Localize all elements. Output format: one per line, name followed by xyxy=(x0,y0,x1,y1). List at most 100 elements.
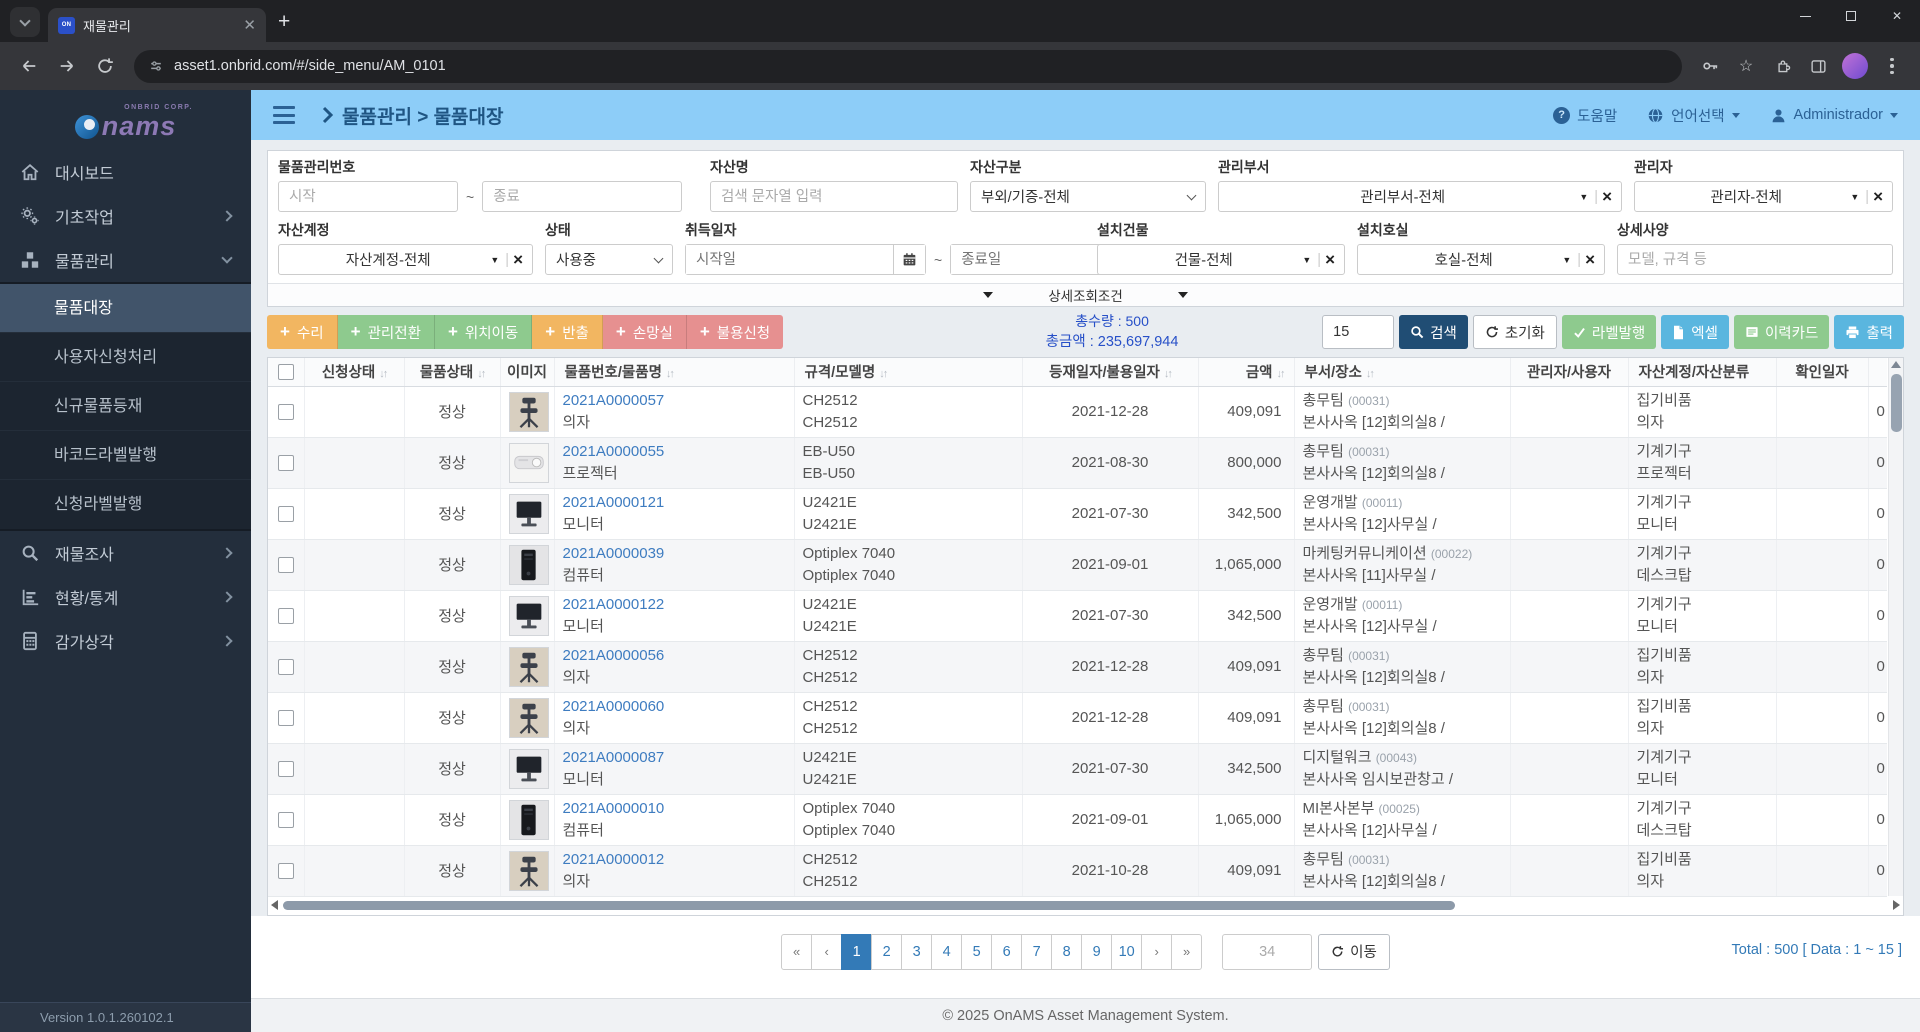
col-item-number-name[interactable]: 물품번호/물품명 ↓↑ xyxy=(553,358,794,387)
item-number-link[interactable]: 2021A0000039 xyxy=(563,543,786,565)
page-button-8[interactable]: 8 xyxy=(1051,933,1083,970)
page-button-2[interactable]: 2 xyxy=(871,933,903,970)
scroll-right-arrow-icon[interactable] xyxy=(1893,900,1900,910)
go-button[interactable]: 이동 xyxy=(1318,933,1390,970)
acq-date-start-input[interactable] xyxy=(686,245,893,274)
clear-icon[interactable]: × xyxy=(1873,188,1883,205)
row-checkbox[interactable] xyxy=(277,557,294,574)
sidebar-item-request-label[interactable]: 신청라벨발행 xyxy=(0,480,251,529)
search-button[interactable]: 검색 xyxy=(1399,315,1468,349)
action-button-위치이동[interactable]: + 위치이동 xyxy=(434,315,533,349)
page-nav-button[interactable]: » xyxy=(1171,933,1203,970)
clear-icon[interactable]: × xyxy=(513,251,523,268)
col-request-status[interactable]: 신청상태 ↓↑ xyxy=(303,358,404,387)
account-select[interactable]: 자산계정-전체 ▼ | × xyxy=(278,244,533,275)
item-thumbnail[interactable] xyxy=(508,595,549,636)
site-settings-icon[interactable] xyxy=(148,58,164,74)
sidebar-item-new-item-register[interactable]: 신규물품등재 xyxy=(0,382,251,431)
table-row[interactable]: 정상 2021A0000055 프로젝터 EB-U50 EB-U50 2021-… xyxy=(268,437,1887,489)
tab-search-button[interactable] xyxy=(10,7,40,37)
item-number-link[interactable]: 2021A0000055 xyxy=(563,441,786,463)
item-thumbnail[interactable] xyxy=(508,544,549,585)
row-checkbox[interactable] xyxy=(277,659,294,676)
excel-button[interactable]: 엑셀 xyxy=(1661,315,1729,349)
row-checkbox[interactable] xyxy=(277,608,294,625)
scroll-up-arrow-icon[interactable] xyxy=(1891,361,1901,368)
row-checkbox[interactable] xyxy=(277,506,294,523)
sidebar-item-status-statistics[interactable]: 현황/통계 xyxy=(0,575,251,619)
item-number-link[interactable]: 2021A0000056 xyxy=(563,645,786,667)
url-bar[interactable]: asset1.onbrid.com/#/side_menu/AM_0101 xyxy=(134,49,1682,83)
sidebar-item-barcode-label[interactable]: 바코드라벨발행 xyxy=(0,431,251,480)
table-row[interactable]: 정상 2021A0000039 컴퓨터 Optiplex 7040 Optipl… xyxy=(268,539,1887,591)
page-nav-button[interactable]: ‹ xyxy=(811,933,843,970)
col-amount[interactable]: 금액 ↓↑ xyxy=(1197,358,1294,387)
reset-button[interactable]: 초기화 xyxy=(1472,315,1557,349)
asset-type-select[interactable]: 부외/기증-전체 xyxy=(970,181,1206,212)
help-button[interactable]: ? 도움말 xyxy=(1553,105,1617,126)
item-number-link[interactable]: 2021A0000121 xyxy=(563,492,786,514)
extensions-puzzle-icon[interactable] xyxy=(1766,50,1798,82)
action-button-반출[interactable]: + 반출 xyxy=(532,315,603,349)
vertical-scrollbar[interactable] xyxy=(1888,358,1903,896)
row-checkbox[interactable] xyxy=(277,812,294,829)
print-button[interactable]: 출력 xyxy=(1834,315,1904,349)
calendar-icon[interactable] xyxy=(893,245,925,274)
sidebar-item-dashboard[interactable]: 대시보드 xyxy=(0,150,251,194)
user-menu-button[interactable]: Administrador xyxy=(1770,107,1898,124)
item-number-link[interactable]: 2021A0000012 xyxy=(563,849,786,871)
item-no-end-input[interactable] xyxy=(482,181,683,212)
item-thumbnail[interactable] xyxy=(508,646,549,687)
col-dept-location[interactable]: 부서/장소 ↓↑ xyxy=(1293,358,1510,387)
profile-avatar[interactable] xyxy=(1842,53,1868,79)
bookmark-star-icon[interactable]: ☆ xyxy=(1730,50,1762,82)
table-row[interactable]: 정상 2021A0000057 의자 CH2512 CH2512 2021-12… xyxy=(268,386,1887,438)
page-button-9[interactable]: 9 xyxy=(1081,933,1113,970)
col-confirm-date[interactable]: 확인일자 xyxy=(1775,358,1868,387)
building-select[interactable]: 건물-전체 ▼ | × xyxy=(1097,244,1345,275)
detail-search-toggle[interactable]: 상세조회조건 xyxy=(268,283,1903,306)
item-number-link[interactable]: 2021A0000122 xyxy=(563,594,786,616)
password-key-icon[interactable] xyxy=(1694,50,1726,82)
manager-select[interactable]: 관리자-전체 ▼ | × xyxy=(1634,181,1893,212)
label-print-button[interactable]: 라벨발행 xyxy=(1561,315,1657,349)
item-number-link[interactable]: 2021A0000087 xyxy=(563,747,786,769)
item-number-link[interactable]: 2021A0000060 xyxy=(563,696,786,718)
col-register-date[interactable]: 등재일자/불용일자 ↓↑ xyxy=(1021,358,1198,387)
status-select[interactable]: 사용중 xyxy=(545,244,673,275)
row-checkbox[interactable] xyxy=(277,761,294,778)
page-button-5[interactable]: 5 xyxy=(961,933,993,970)
item-thumbnail[interactable] xyxy=(508,799,549,840)
tab-close-icon[interactable]: ✕ xyxy=(243,16,256,34)
history-card-button[interactable]: 이력카드 xyxy=(1733,315,1830,349)
window-maximize-button[interactable] xyxy=(1828,0,1874,32)
language-select-button[interactable]: 언어선택 xyxy=(1647,105,1740,126)
table-row[interactable]: 정상 2021A0000122 모니터 U2421E U2421E 2021-0… xyxy=(268,590,1887,642)
sidebar-item-basic-work[interactable]: 기초작업 xyxy=(0,194,251,238)
sidebar-item-depreciation[interactable]: 감가상각 xyxy=(0,619,251,663)
back-button[interactable] xyxy=(12,49,46,83)
table-row[interactable]: 정상 2021A0000060 의자 CH2512 CH2512 2021-12… xyxy=(268,692,1887,744)
page-button-7[interactable]: 7 xyxy=(1021,933,1053,970)
page-button-6[interactable]: 6 xyxy=(991,933,1023,970)
select-all-checkbox[interactable] xyxy=(277,363,294,380)
app-logo[interactable]: ONBRID CORP. nams xyxy=(0,90,251,150)
hamburger-menu-icon[interactable] xyxy=(273,106,295,124)
page-button-3[interactable]: 3 xyxy=(901,933,933,970)
side-panel-icon[interactable] xyxy=(1802,50,1834,82)
action-button-불용신청[interactable]: + 불용신청 xyxy=(686,315,784,349)
col-account-category[interactable]: 자산계정/자산분류 xyxy=(1627,358,1776,387)
goto-page-input[interactable] xyxy=(1222,933,1313,970)
forward-button[interactable] xyxy=(50,49,84,83)
clear-icon[interactable]: × xyxy=(1325,251,1335,268)
dept-select[interactable]: 관리부서-전체 ▼ | × xyxy=(1218,181,1622,212)
sidebar-item-item-management[interactable]: 물품관리 xyxy=(0,238,251,282)
item-thumbnail[interactable] xyxy=(508,493,549,534)
action-button-손망실[interactable]: + 손망실 xyxy=(602,315,687,349)
browser-tab[interactable]: ON 재물관리 ✕ xyxy=(48,8,266,42)
col-item-status[interactable]: 물품상태 ↓↑ xyxy=(403,358,500,387)
page-button-4[interactable]: 4 xyxy=(931,933,963,970)
action-button-관리전환[interactable]: + 관리전환 xyxy=(337,315,435,349)
table-row[interactable]: 정상 2021A0000121 모니터 U2421E U2421E 2021-0… xyxy=(268,488,1887,540)
item-thumbnail[interactable] xyxy=(508,697,549,738)
